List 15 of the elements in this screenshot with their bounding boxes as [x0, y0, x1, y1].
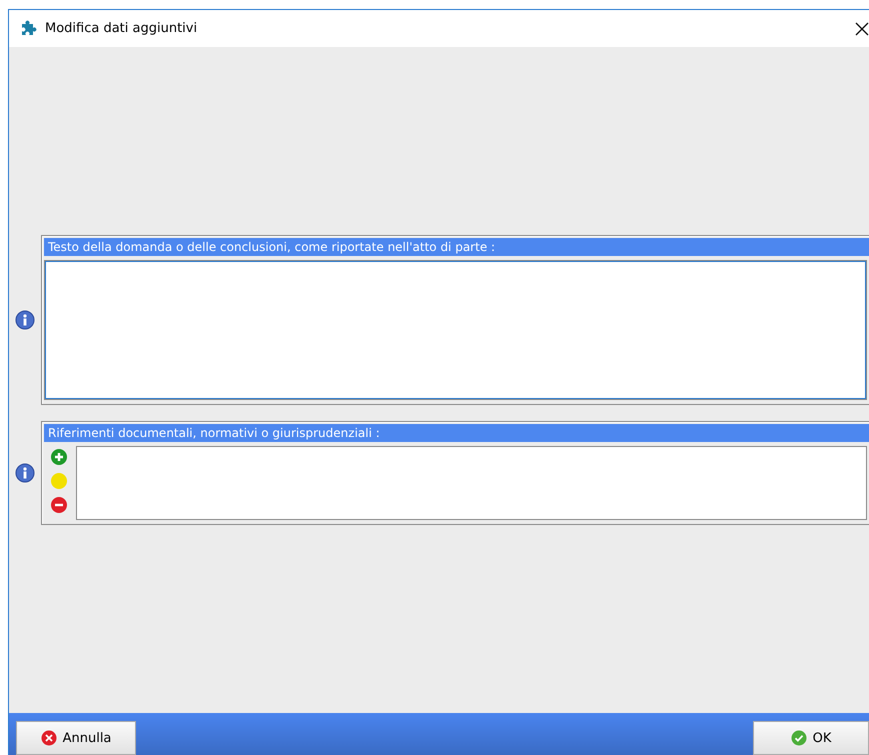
close-icon[interactable]: [855, 22, 869, 36]
remove-icon[interactable]: [50, 496, 68, 514]
text-area[interactable]: [44, 260, 867, 400]
section-header: Testo della domanda o delle conclusioni, come riportate nell'atto di parte :: [44, 238, 869, 256]
close-icon: [40, 730, 57, 746]
section-header: Riferimenti documentali, normativi o giurisprudenziali :: [44, 424, 869, 442]
info-icon[interactable]: [15, 463, 35, 483]
window-title: Modifica dati aggiuntivi: [45, 21, 198, 36]
puzzle-logo-icon: [19, 20, 37, 38]
cancel-button[interactable]: Annulla: [16, 721, 136, 755]
check-icon: [790, 730, 807, 746]
info-icon[interactable]: [15, 310, 35, 330]
list-box[interactable]: [76, 446, 867, 520]
add-icon[interactable]: [50, 448, 68, 466]
ok-button[interactable]: OK: [753, 721, 869, 755]
